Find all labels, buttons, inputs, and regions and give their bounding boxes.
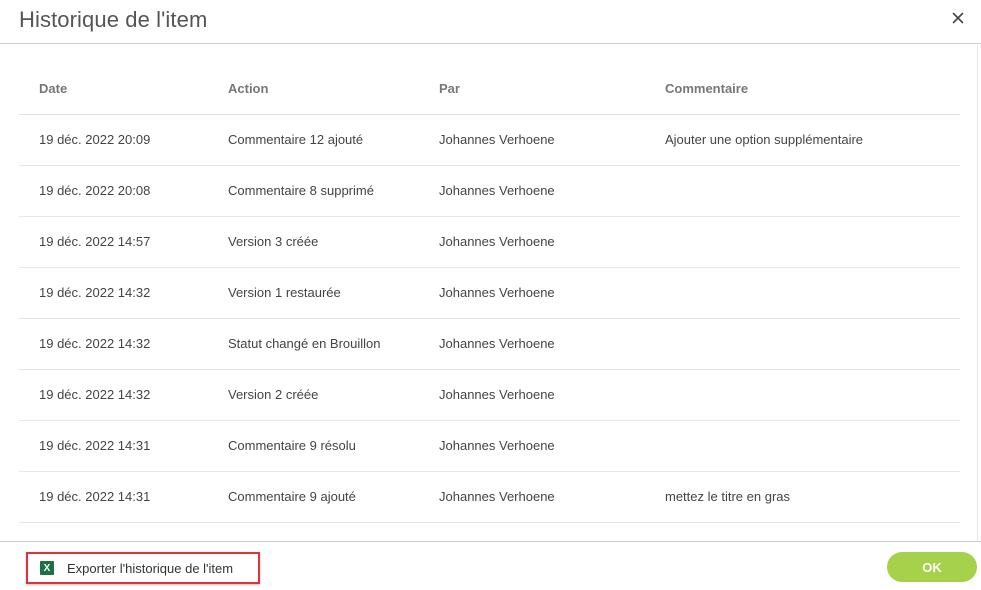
excel-icon: X bbox=[40, 561, 54, 575]
cell-date: 19 déc. 2022 20:09 bbox=[19, 114, 208, 166]
cell-par: Johannes Verhoene bbox=[419, 369, 645, 421]
cell-action: Commentaire 9 résolu bbox=[208, 420, 419, 472]
cell-par: Johannes Verhoene bbox=[419, 420, 645, 472]
cell-date: 19 déc. 2022 14:32 bbox=[19, 318, 208, 370]
cell-par: Johannes Verhoene bbox=[419, 471, 645, 523]
cell-action: Commentaire 9 ajouté bbox=[208, 471, 419, 523]
cell-par: Johannes Verhoene bbox=[419, 114, 645, 166]
cell-date: 19 déc. 2022 14:31 bbox=[19, 471, 208, 523]
cell-date: 19 déc. 2022 14:32 bbox=[19, 369, 208, 421]
table-row: 19 déc. 2022 20:08 Commentaire 8 supprim… bbox=[19, 165, 960, 217]
cell-commentaire: ajouter une option supplémentaire bbox=[645, 522, 960, 541]
table-row: 19 déc. 2022 14:31 Commentaire 9 ajouté … bbox=[19, 471, 960, 523]
cell-commentaire bbox=[645, 216, 960, 268]
export-history-button[interactable]: X Exporter l'historique de l'item bbox=[26, 552, 260, 584]
cell-commentaire bbox=[645, 318, 960, 370]
cell-commentaire bbox=[645, 420, 960, 472]
vertical-scrollbar[interactable] bbox=[977, 45, 981, 541]
column-header-par: Par bbox=[419, 64, 645, 115]
table-row: 19 déc. 2022 14:32 Version 1 restaurée J… bbox=[19, 267, 960, 319]
dialog-footer: X Exporter l'historique de l'item OK bbox=[0, 541, 981, 590]
cell-action: Version 2 créée bbox=[208, 369, 419, 421]
cell-date: 19 déc. 2022 14:31 bbox=[19, 420, 208, 472]
dialog-header: Historique de l'item bbox=[0, 0, 981, 44]
cell-date: 19 déc. 2022 20:08 bbox=[19, 165, 208, 217]
ok-button[interactable]: OK bbox=[887, 552, 977, 582]
history-table: Date Action Par Commentaire 19 déc. 2022… bbox=[19, 64, 960, 541]
table-row: 19 déc. 2022 20:09 Commentaire 12 ajouté… bbox=[19, 114, 960, 166]
column-header-action: Action bbox=[208, 64, 419, 115]
table-row: 19 déc. 2022 14:31 Commentaire 9 résolu … bbox=[19, 420, 960, 472]
dialog-title: Historique de l'item bbox=[19, 7, 208, 32]
history-content[interactable]: Date Action Par Commentaire 19 déc. 2022… bbox=[0, 45, 981, 541]
cell-par: Johannes Verhoene bbox=[419, 522, 645, 541]
cell-date: 19 déc. 2022 14:57 bbox=[19, 216, 208, 268]
cell-par: Johannes Verhoene bbox=[419, 267, 645, 319]
cell-action: Commentaire 8 supprimé bbox=[208, 165, 419, 217]
item-history-dialog: Historique de l'item Date Action Par Com… bbox=[0, 0, 981, 590]
cell-action: Version 3 créée bbox=[208, 216, 419, 268]
cell-par: Johannes Verhoene bbox=[419, 216, 645, 268]
cell-commentaire: mettez le titre en gras bbox=[645, 471, 960, 523]
cell-commentaire bbox=[645, 369, 960, 421]
close-button[interactable] bbox=[947, 7, 969, 29]
cell-par: Johannes Verhoene bbox=[419, 318, 645, 370]
cell-par: Johannes Verhoene bbox=[419, 165, 645, 217]
cell-action: Version 1 restaurée bbox=[208, 267, 419, 319]
cell-commentaire bbox=[645, 165, 960, 217]
close-icon bbox=[952, 12, 964, 24]
table-header-row: Date Action Par Commentaire bbox=[19, 64, 960, 115]
cell-action: Statut changé en Brouillon bbox=[208, 318, 419, 370]
cell-date: 19 déc. 2022 14:32 bbox=[19, 267, 208, 319]
export-history-label: Exporter l'historique de l'item bbox=[67, 560, 234, 576]
table-row: 19 déc. 2022 14:29 Commentaire 8 ajouté … bbox=[19, 522, 960, 541]
cell-action: Commentaire 8 ajouté bbox=[208, 522, 419, 541]
cell-date: 19 déc. 2022 14:29 bbox=[19, 522, 208, 541]
table-row: 19 déc. 2022 14:32 Version 2 créée Johan… bbox=[19, 369, 960, 421]
cell-action: Commentaire 12 ajouté bbox=[208, 114, 419, 166]
column-header-date: Date bbox=[19, 64, 208, 115]
cell-commentaire: Ajouter une option supplémentaire bbox=[645, 114, 960, 166]
column-header-commentaire: Commentaire bbox=[645, 64, 960, 115]
cell-commentaire bbox=[645, 267, 960, 319]
table-row: 19 déc. 2022 14:57 Version 3 créée Johan… bbox=[19, 216, 960, 268]
table-row: 19 déc. 2022 14:32 Statut changé en Brou… bbox=[19, 318, 960, 370]
